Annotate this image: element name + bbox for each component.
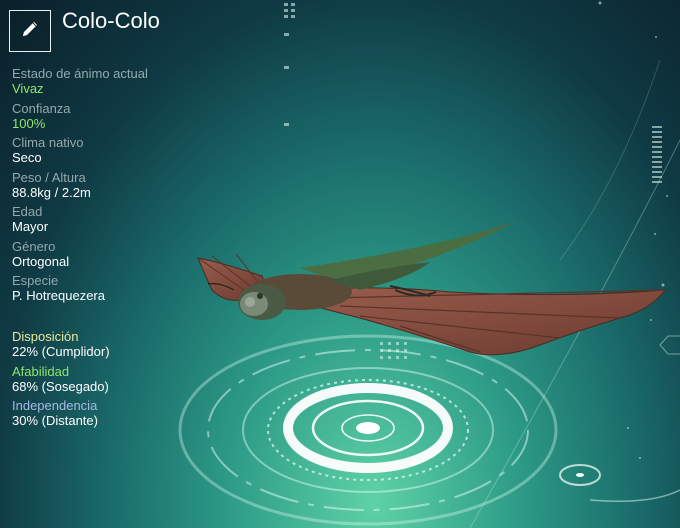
- trait-label: Afabilidad: [12, 363, 70, 379]
- stat-species: Especie P. Hotrequezera: [12, 273, 212, 304]
- stat-label: Estado de ánimo actual: [12, 66, 148, 81]
- stat-value: P. Hotrequezera: [12, 288, 105, 303]
- stat-value: Vivaz: [12, 81, 44, 96]
- edit-button[interactable]: [9, 10, 51, 52]
- stat-value: 100%: [12, 115, 46, 131]
- stat-weight-height: Peso / Altura 88.8kg / 2.2m: [12, 170, 212, 201]
- stat-value: Mayor: [12, 219, 49, 234]
- pencil-icon: [19, 18, 41, 45]
- stat-label: Género: [12, 238, 56, 254]
- creature-name: Colo-Colo: [62, 8, 160, 33]
- trait-label: Independencia: [12, 398, 98, 413]
- trait-label: Disposición: [12, 329, 79, 344]
- stat-label: Clima nativo: [12, 135, 84, 150]
- pedestal-rings: [178, 334, 680, 526]
- creature-model[interactable]: [197, 222, 667, 356]
- stat-age: Edad Mayor: [12, 204, 212, 235]
- stat-label: Peso / Altura: [12, 169, 86, 185]
- trait-independence: Independencia 30% (Distante): [12, 398, 212, 429]
- stat-label: Confianza: [12, 100, 71, 116]
- creature-traits-panel: Disposición 22% (Cumplidor) Afabilidad 6…: [12, 329, 212, 433]
- stat-gender: Género Ortogonal: [12, 239, 212, 270]
- trait-affability: Afabilidad 68% (Sosegado): [12, 364, 212, 395]
- stat-confidence: Confianza 100%: [12, 101, 212, 132]
- stat-mood: Estado de ánimo actual Vivaz: [12, 66, 212, 97]
- creature-stats-panel: Estado de ánimo actual Vivaz Confianza 1…: [12, 66, 212, 308]
- stat-value: Seco: [12, 150, 42, 165]
- trait-value: 30% (Distante): [12, 413, 98, 428]
- stat-label: Edad: [12, 204, 43, 219]
- hex-marker: [659, 335, 680, 355]
- stat-value: 88.8kg / 2.2m: [12, 184, 91, 200]
- stat-label: Especie: [12, 273, 59, 288]
- stat-climate: Clima nativo Seco: [12, 135, 212, 166]
- stat-value: Ortogonal: [12, 253, 70, 269]
- trait-value: 68% (Sosegado): [12, 378, 109, 394]
- trait-value: 22% (Cumplidor): [12, 344, 110, 359]
- trait-disposition: Disposición 22% (Cumplidor): [12, 329, 212, 360]
